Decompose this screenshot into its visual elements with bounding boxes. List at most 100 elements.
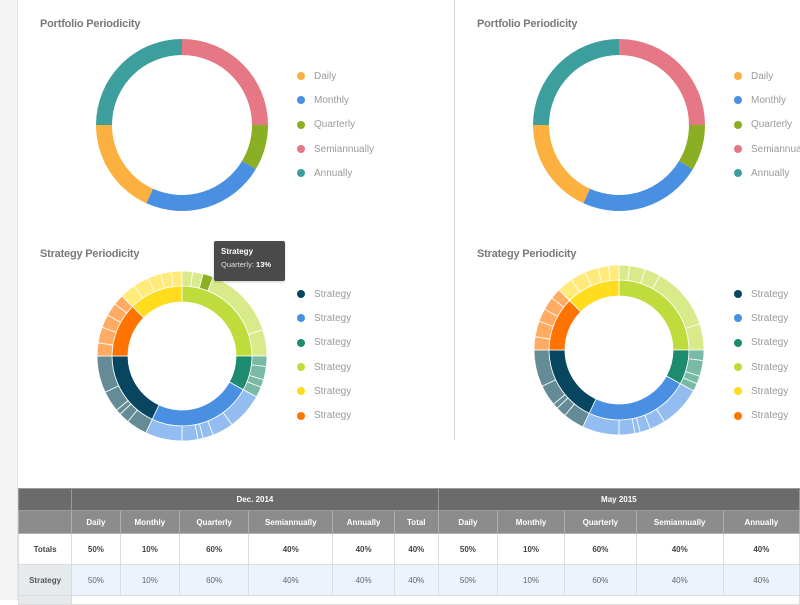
table-cell: 60%	[563, 564, 637, 596]
legend-label: Strategy	[751, 385, 789, 397]
column-header-monthly[interactable]: Monthly	[497, 510, 565, 534]
legend-label: Strategy	[751, 361, 789, 373]
legend-label: Strategy	[314, 385, 352, 397]
donut-slice-daily[interactable]	[96, 125, 153, 204]
row-label: Strategy	[17, 564, 73, 596]
sunburst-outer-segment[interactable]	[181, 424, 199, 442]
legend-item[interactable]: Strategy	[734, 331, 788, 355]
portfolio-periodicity-title: Portfolio Periodicity	[477, 18, 578, 30]
legend-dot-icon	[734, 96, 742, 105]
legend-item[interactable]: Strategy	[734, 403, 788, 427]
legend-item[interactable]: Strategy	[297, 306, 351, 330]
legend-label: Strategy	[314, 410, 352, 422]
legend-label: Strategy	[751, 288, 789, 300]
strategy-sunburst-chart	[96, 270, 268, 442]
legend-label: Semiannually	[751, 143, 800, 155]
donut-slice-monthly[interactable]	[583, 161, 693, 211]
legend-label: Quarterly	[314, 119, 356, 131]
donut-slice-quarterly[interactable]	[242, 125, 268, 170]
legend-dot-icon	[734, 387, 742, 396]
legend-label: Monthly	[751, 94, 787, 106]
legend-label: Annually	[751, 167, 790, 179]
donut-slice-semiannually[interactable]	[182, 39, 268, 125]
table-row-strategy: Strategy 50% 10% 60% 40% 40% 40% 50% 10% 60% 40% 4…	[17, 564, 800, 596]
legend-item[interactable]: Monthly	[297, 88, 374, 112]
sunburst-outer-segment[interactable]	[170, 270, 183, 287]
legend-label: Semiannually	[314, 143, 375, 155]
table-cell: 10%	[497, 533, 565, 565]
legend-dot-icon	[734, 314, 742, 323]
donut-slice-daily[interactable]	[533, 125, 590, 204]
table-cell: 50%	[437, 564, 499, 596]
column-header-semiannually[interactable]: Semiannually	[248, 510, 334, 534]
legend-item[interactable]: Annually	[734, 161, 800, 185]
legend-dot-icon	[297, 169, 305, 178]
sunburst-outer-segment[interactable]	[618, 418, 636, 436]
table-cell: 50%	[437, 533, 499, 565]
column-header-monthly[interactable]: Monthly	[119, 510, 181, 534]
donut-slice-annually[interactable]	[96, 39, 182, 125]
legend-item[interactable]: Strategy	[297, 282, 351, 306]
legend-item[interactable]: Quarterly	[734, 113, 800, 137]
table-cell: 40%	[332, 564, 395, 596]
legend-dot-icon	[297, 387, 305, 396]
legend-label: Strategy	[314, 312, 352, 324]
legend-item[interactable]: Strategy	[297, 403, 351, 427]
table-cell: 60%	[179, 533, 250, 565]
table-cell: 40%	[248, 564, 334, 596]
tooltip-title: Strategy	[221, 247, 254, 256]
donut-slice-semiannually[interactable]	[619, 39, 705, 125]
tooltip-body: Quarterly: 13%	[221, 260, 278, 269]
legend-dot-icon	[297, 338, 305, 347]
table-cell: 40%	[722, 564, 800, 596]
strategy-legend: Strategy Strategy Strategy Strategy Strategy…	[734, 282, 788, 428]
legend-item[interactable]: Daily	[297, 64, 374, 88]
legend-item[interactable]: Strategy	[734, 355, 788, 379]
column-header-daily[interactable]: Daily	[437, 510, 499, 534]
table-row-totals: Totals 50% 10% 60% 40% 40% 40% 50% 10% 60% 40% 40%	[17, 533, 800, 565]
column-header-quarterly[interactable]: Quarterly	[179, 510, 250, 534]
legend-item[interactable]: Semiannually	[297, 137, 374, 161]
column-header-total[interactable]: Total	[393, 510, 439, 534]
donut-slice-annually[interactable]	[533, 39, 619, 125]
donut-slice-monthly[interactable]	[146, 161, 256, 211]
legend-label: Quarterly	[751, 119, 793, 131]
sidebar	[0, 0, 18, 600]
table-cell	[71, 595, 800, 605]
legend-item[interactable]: Strategy	[734, 379, 788, 403]
legend-item[interactable]: Daily	[734, 64, 800, 88]
legend-item[interactable]: Semiannually	[734, 137, 800, 161]
table-cell: 40%	[332, 533, 395, 565]
column-header-quarterly[interactable]: Quarterly	[563, 510, 637, 534]
legend-label: Strategy	[751, 312, 789, 324]
period-header: Dec. 2014	[71, 488, 439, 511]
column-header-annually[interactable]: Annually	[332, 510, 395, 534]
legend-item[interactable]: Strategy	[297, 379, 351, 403]
legend-item[interactable]: Strategy	[734, 306, 788, 330]
legend-item[interactable]: Annually	[297, 161, 374, 185]
legend-item[interactable]: Monthly	[734, 88, 800, 112]
table-cell: 50%	[71, 564, 121, 596]
portfolio-donut-chart	[533, 39, 705, 211]
donut-slice-quarterly[interactable]	[679, 125, 705, 170]
legend-label: Strategy	[314, 337, 352, 349]
panel-may-2015: Portfolio Periodicity Daily Monthly Quarte…	[455, 0, 800, 470]
legend-item[interactable]: Strategy	[297, 331, 351, 355]
legend-dot-icon	[297, 363, 305, 372]
legend-item[interactable]: Quarterly	[297, 113, 374, 137]
tooltip-value: 13%	[256, 260, 272, 269]
column-header-daily[interactable]: Daily	[71, 510, 121, 534]
table-cell: 50%	[71, 533, 121, 565]
legend-item[interactable]: Strategy	[734, 282, 788, 306]
portfolio-legend: Daily Monthly Quarterly Semiannually Annuall…	[297, 64, 374, 185]
table-cell: 10%	[119, 564, 181, 596]
legend-dot-icon	[297, 314, 305, 323]
legend-label: Daily	[314, 70, 337, 82]
legend-item[interactable]: Strategy	[297, 355, 351, 379]
sunburst-outer-segment[interactable]	[607, 264, 620, 281]
column-header-row: Daily Monthly Quarterly Semiannually Annuall…	[17, 510, 800, 534]
column-header-annually[interactable]: Annually	[722, 510, 800, 534]
panel-dec-2014: Portfolio Periodicity Daily Monthly Quarte…	[18, 0, 455, 470]
column-header-semiannually[interactable]: Semiannually	[635, 510, 724, 534]
strategy-periodicity-title: Strategy Periodicity	[477, 248, 577, 260]
